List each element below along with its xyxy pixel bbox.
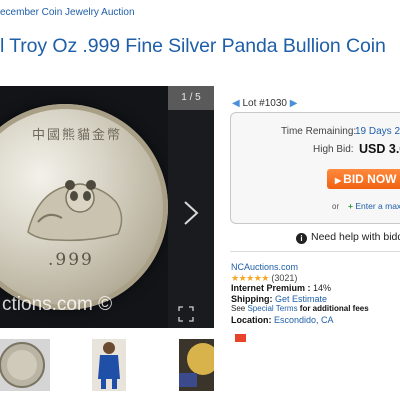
shipping-estimate-link[interactable]: Get Estimate — [275, 294, 327, 304]
coin-purity-text: .999 — [48, 250, 94, 270]
panda-engraving — [27, 180, 123, 242]
help-text: Need help with biddi — [311, 231, 400, 243]
thumbnail-2[interactable] — [92, 339, 126, 391]
special-terms-link[interactable]: Special Terms — [247, 304, 297, 313]
location-label: Location: — [231, 314, 272, 325]
image-counter: 1 / 5 — [168, 86, 214, 110]
seller-name-link[interactable]: NCAuctions.com — [231, 262, 298, 272]
rating-stars-icon: ★★★★★ — [231, 272, 269, 283]
or-text: or — [332, 202, 340, 211]
terms-suffix: for additional fees — [299, 304, 369, 314]
lot-navigation: ◀ Lot #1030 ▶ — [232, 98, 297, 109]
thumbnail-1[interactable] — [0, 339, 50, 391]
next-image-button[interactable] — [168, 110, 214, 328]
seller-badge-icon — [235, 334, 246, 342]
terms-prefix: See — [231, 304, 246, 314]
play-icon: ▶ — [335, 176, 342, 185]
divider — [230, 251, 400, 252]
premium-label: Internet Premium : — [231, 283, 311, 294]
next-lot-icon[interactable]: ▶ — [290, 98, 298, 109]
previous-lot-icon[interactable]: ◀ — [232, 98, 240, 109]
high-bid-label: High Bid: — [313, 144, 354, 155]
thumbnail-3[interactable] — [179, 339, 214, 391]
lot-number: Lot #1030 — [242, 98, 287, 109]
bid-panel: Time Remaining: 19 Days 22 High Bid: USD… — [230, 112, 400, 224]
seller-info: NCAuctions.com ★★★★★ (3021) Internet Pre… — [231, 262, 369, 326]
time-remaining-label: Time Remaining: — [281, 126, 357, 137]
enter-max-bid-link[interactable]: + Enter a maxim — [348, 201, 400, 211]
fullscreen-icon[interactable] — [178, 306, 194, 322]
coin-rim-text: 中國熊貓金幣 — [32, 128, 123, 143]
premium-value: 14% — [313, 283, 332, 294]
info-icon: i — [296, 233, 307, 244]
page-title: l Troy Oz .999 Fine Silver Panda Bullion… — [0, 35, 386, 57]
time-remaining-value: 19 Days 22 — [355, 126, 400, 137]
coin-graphic: 中國熊貓金幣 .999 — [0, 104, 168, 310]
breadcrumb[interactable]: ecember Coin Jewelry Auction — [0, 7, 135, 18]
location-value: Escondido, CA — [274, 314, 334, 325]
bid-now-button[interactable]: ▶BID NOW S — [327, 169, 400, 189]
shipping-label: Shipping: — [231, 293, 273, 304]
rating-count[interactable]: (3021) — [271, 273, 297, 283]
bidding-help-link[interactable]: i Need help with biddi — [296, 231, 400, 244]
high-bid-value: USD 3.0 — [359, 142, 400, 156]
bid-now-label: BID NOW S — [343, 172, 400, 186]
plus-icon: + — [348, 201, 353, 211]
chevron-right-icon — [184, 201, 199, 225]
watermark: ctions.com © — [2, 294, 113, 315]
